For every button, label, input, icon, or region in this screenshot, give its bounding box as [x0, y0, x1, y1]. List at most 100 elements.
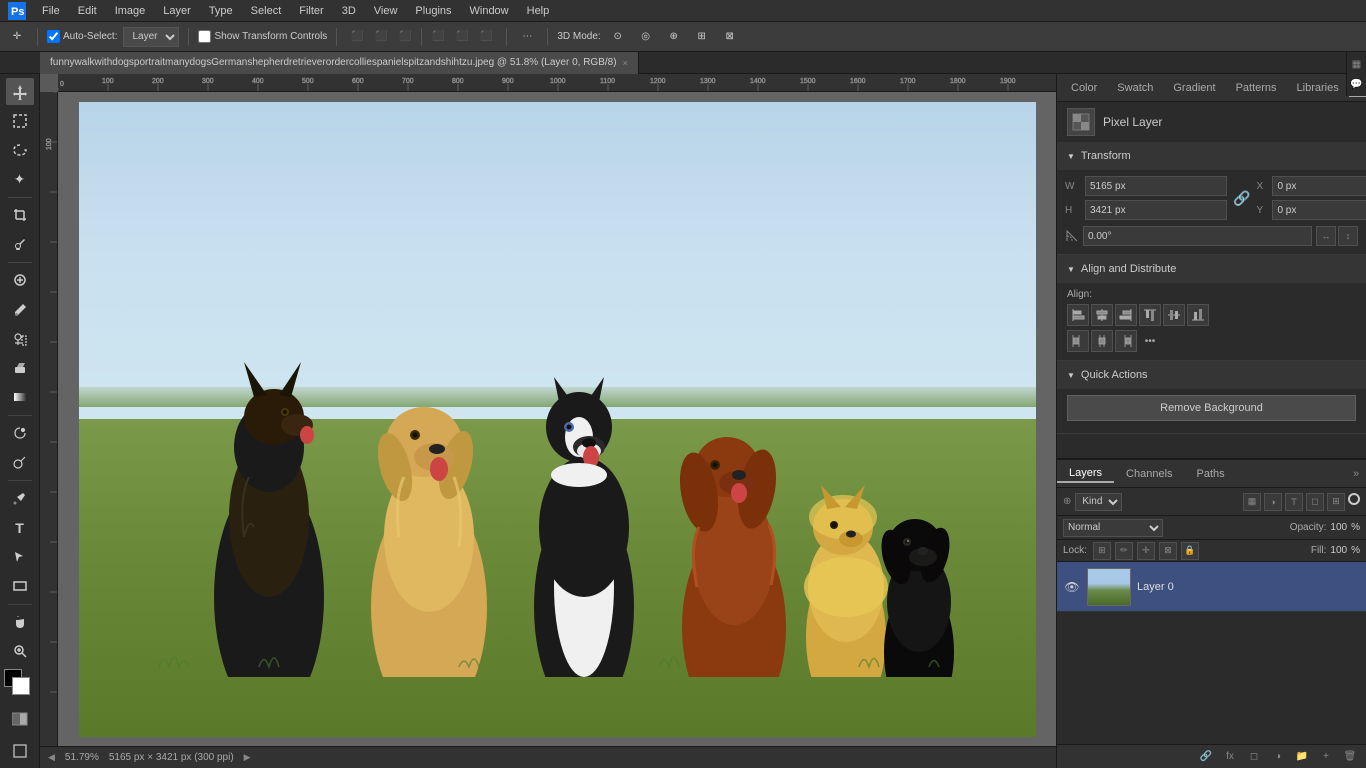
heal-tool-btn[interactable]: [6, 267, 34, 294]
dist-left-btn[interactable]: [1067, 330, 1089, 352]
3d-orbit-btn[interactable]: ◎: [635, 26, 657, 48]
color-swatch-area[interactable]: [4, 669, 36, 700]
panel-tab-patterns[interactable]: Patterns: [1226, 80, 1287, 96]
fill-value[interactable]: 100: [1330, 545, 1347, 556]
width-input[interactable]: [1085, 176, 1227, 196]
menu-help[interactable]: Help: [519, 3, 558, 19]
blur-tool-btn[interactable]: [6, 420, 34, 447]
align-mid-btn[interactable]: ⬛: [451, 26, 473, 48]
align-center-btn[interactable]: ⬛: [370, 26, 392, 48]
align-center-h-btn[interactable]: [1091, 304, 1113, 326]
delete-layer-btn[interactable]: 🗑: [1340, 748, 1360, 766]
comment-panel-icon[interactable]: 💬: [1349, 76, 1365, 92]
menu-select[interactable]: Select: [243, 3, 290, 19]
layers-expand-btn[interactable]: »: [1346, 464, 1366, 484]
filter-pixel-btn[interactable]: ▦: [1243, 493, 1261, 511]
3d-scale-btn[interactable]: ⊠: [719, 26, 741, 48]
layer-0-vis-toggle[interactable]: 👁: [1063, 578, 1081, 596]
align-center-v-btn[interactable]: [1163, 304, 1185, 326]
filter-type-btn[interactable]: T: [1285, 493, 1303, 511]
layer-row-0[interactable]: 👁 Layer 0: [1057, 562, 1366, 612]
transform-header[interactable]: ▼ Transform: [1057, 142, 1366, 170]
angle-input[interactable]: [1083, 226, 1312, 246]
menu-window[interactable]: Window: [462, 3, 517, 19]
flip-v-btn[interactable]: ↕: [1338, 226, 1358, 246]
filter-adj-btn[interactable]: ◑: [1264, 493, 1282, 511]
tab-channels[interactable]: Channels: [1114, 466, 1184, 482]
menu-filter[interactable]: Filter: [291, 3, 331, 19]
quick-actions-header[interactable]: ▼ Quick Actions: [1057, 361, 1366, 389]
panel-tab-gradient[interactable]: Gradient: [1163, 80, 1225, 96]
lock-position-btn[interactable]: ✛: [1137, 542, 1155, 560]
new-group-btn[interactable]: 📁: [1292, 748, 1312, 766]
align-bottom-edges-btn[interactable]: [1187, 304, 1209, 326]
filter-kind-select[interactable]: Kind: [1075, 493, 1122, 511]
auto-select-checkbox[interactable]: [47, 30, 60, 43]
quick-mask-btn[interactable]: [6, 706, 34, 733]
flip-h-btn[interactable]: ↔: [1316, 226, 1336, 246]
menu-3d[interactable]: 3D: [334, 3, 364, 19]
lock-transparent-btn[interactable]: ⊞: [1093, 542, 1111, 560]
eraser-tool-btn[interactable]: [6, 354, 34, 381]
3d-pan-btn[interactable]: ⊕: [663, 26, 685, 48]
tab-close-btn[interactable]: ×: [623, 58, 628, 68]
lock-artboard-btn[interactable]: ⊠: [1159, 542, 1177, 560]
new-layer-btn[interactable]: +: [1316, 748, 1336, 766]
panel-tab-swatch[interactable]: Swatch: [1107, 80, 1163, 96]
more-options-btn[interactable]: ⋯: [516, 26, 538, 48]
screen-mode-btn[interactable]: [6, 737, 34, 764]
move-tool-icon[interactable]: ✛: [6, 26, 28, 48]
add-mask-btn[interactable]: ◻: [1244, 748, 1264, 766]
menu-file[interactable]: File: [34, 3, 68, 19]
path-select-tool-btn[interactable]: [6, 543, 34, 570]
menu-view[interactable]: View: [366, 3, 406, 19]
filter-smart-btn[interactable]: ⊞: [1327, 493, 1345, 511]
document-tab[interactable]: funnywalkwithdogsportraitmanydogsGermans…: [40, 52, 639, 74]
add-style-btn[interactable]: fx: [1220, 748, 1240, 766]
show-transform-checkbox[interactable]: [198, 30, 211, 43]
x-input[interactable]: [1272, 176, 1366, 196]
hand-tool-btn[interactable]: [6, 609, 34, 636]
gradient-tool-btn[interactable]: [6, 384, 34, 411]
height-input[interactable]: [1085, 200, 1227, 220]
dist-center-btn[interactable]: [1091, 330, 1113, 352]
menu-plugins[interactable]: Plugins: [407, 3, 459, 19]
type-tool-btn[interactable]: T: [6, 514, 34, 541]
blend-mode-select[interactable]: Normal: [1063, 519, 1163, 537]
align-left-btn[interactable]: ⬛: [346, 26, 368, 48]
rect-select-tool-btn[interactable]: [6, 107, 34, 134]
lock-pixels-btn[interactable]: ✏: [1115, 542, 1133, 560]
align-header[interactable]: ▼ Align and Distribute: [1057, 255, 1366, 283]
zoom-tool-btn[interactable]: [6, 638, 34, 665]
crop-tool-btn[interactable]: [6, 202, 34, 229]
clone-tool-btn[interactable]: [6, 325, 34, 352]
panel-tab-libraries[interactable]: Libraries: [1287, 80, 1349, 96]
tab-layers[interactable]: Layers: [1057, 465, 1114, 483]
opacity-value[interactable]: 100: [1330, 522, 1347, 533]
y-input[interactable]: [1272, 200, 1366, 220]
rectangle-tool-btn[interactable]: [6, 572, 34, 599]
constrain-proportions-btn[interactable]: 🔗: [1233, 190, 1250, 207]
status-prev-arrow[interactable]: ◀: [48, 752, 55, 763]
align-top-edges-btn[interactable]: [1139, 304, 1161, 326]
align-right-edges-btn[interactable]: [1115, 304, 1137, 326]
menu-layer[interactable]: Layer: [155, 3, 199, 19]
panel-tab-color[interactable]: Color: [1061, 80, 1107, 96]
align-bot-btn[interactable]: ⬛: [475, 26, 497, 48]
auto-select-dropdown[interactable]: Layer: [123, 27, 179, 47]
lasso-tool-btn[interactable]: [6, 136, 34, 163]
filter-shape-btn[interactable]: ◻: [1306, 493, 1324, 511]
move-tool-btn[interactable]: [6, 78, 34, 105]
canvas-viewport[interactable]: [58, 92, 1056, 746]
align-top-btn[interactable]: ⬛: [427, 26, 449, 48]
magic-wand-tool-btn[interactable]: ✦: [6, 165, 34, 192]
status-next-arrow[interactable]: ▶: [244, 752, 251, 763]
align-right-btn[interactable]: ⬛: [394, 26, 416, 48]
background-swatch[interactable]: [12, 677, 30, 695]
3d-rotate-btn[interactable]: ⊙: [607, 26, 629, 48]
new-adjustment-btn[interactable]: ◑: [1268, 748, 1288, 766]
menu-image[interactable]: Image: [107, 3, 154, 19]
dodge-tool-btn[interactable]: [6, 449, 34, 476]
menu-type[interactable]: Type: [201, 3, 241, 19]
3d-slide-btn[interactable]: ⊞: [691, 26, 713, 48]
